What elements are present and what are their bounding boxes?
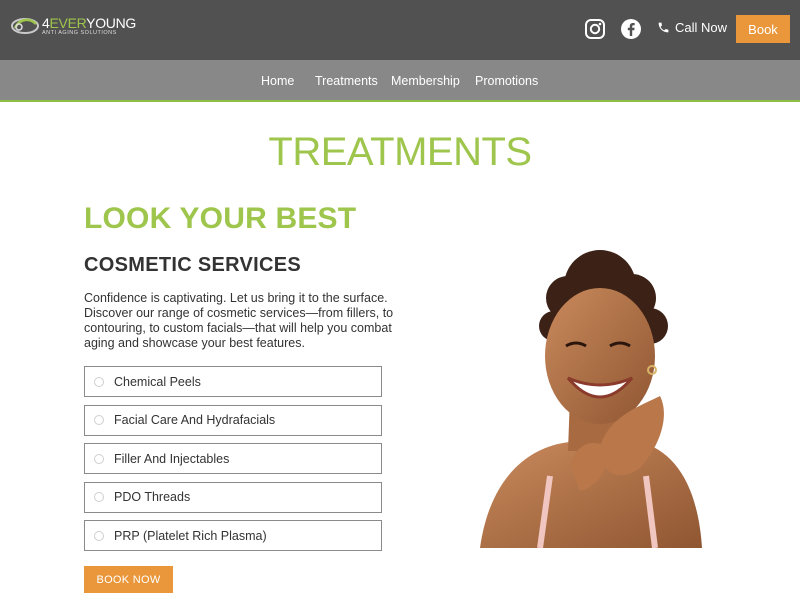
option-filler-injectables[interactable]: Filler And Injectables	[84, 443, 382, 474]
page-title: TREATMENTS	[268, 130, 532, 174]
radio-icon[interactable]	[94, 530, 104, 541]
phone-icon	[658, 22, 669, 33]
logo-name-green: EVER	[49, 14, 87, 31]
nav-item-promotions[interactable]: Promotions	[475, 60, 538, 102]
top-header: 4EVERYOUNG ANTI AGING SOLUTIONS Call Now…	[0, 0, 800, 60]
option-label: Filler And Injectables	[114, 451, 230, 466]
logo-swirl-icon	[10, 14, 40, 38]
brand-logo[interactable]: 4EVERYOUNG ANTI AGING SOLUTIONS	[10, 14, 136, 38]
logo-name-suffix: YOUNG	[86, 14, 137, 31]
call-now-label: Call Now	[675, 20, 728, 35]
nav-item-treatments[interactable]: Treatments	[315, 60, 378, 102]
option-pdo-threads[interactable]: PDO Threads	[84, 481, 382, 513]
treatment-options-list: Chemical Peels Facial Care And Hydrafaci…	[84, 366, 382, 559]
main-nav: Home Treatments Membership Promotions	[0, 60, 800, 102]
option-label: PRP (Platelet Rich Plasma)	[114, 528, 267, 543]
book-now-button[interactable]: BOOK NOW	[84, 566, 173, 593]
logo-tagline: ANTI AGING SOLUTIONS	[42, 29, 117, 36]
logo-text: 4EVERYOUNG ANTI AGING SOLUTIONS	[42, 16, 136, 37]
nav-item-home[interactable]: Home	[261, 60, 294, 102]
option-facial-care[interactable]: Facial Care And Hydrafacials	[84, 404, 382, 436]
logo-name: 4EVERYOUNG	[42, 16, 136, 30]
option-label: Facial Care And Hydrafacials	[114, 413, 276, 427]
option-label: Chemical Peels	[114, 374, 201, 389]
nav-item-membership[interactable]: Membership	[391, 60, 460, 102]
radio-icon[interactable]	[94, 453, 104, 464]
headline: LOOK YOUR BEST	[84, 202, 357, 235]
instagram-icon[interactable]	[584, 18, 606, 40]
radio-icon[interactable]	[94, 492, 104, 502]
radio-icon[interactable]	[94, 415, 104, 425]
intro-paragraph: Confidence is captivating. Let us bring …	[84, 291, 394, 350]
call-now-link[interactable]: Call Now	[657, 20, 727, 35]
option-label: PDO Threads	[114, 490, 191, 504]
radio-icon[interactable]	[94, 376, 104, 387]
logo-name-prefix: 4	[42, 14, 50, 31]
hero-image	[450, 246, 712, 549]
section-subheading: COSMETIC SERVICES	[84, 254, 301, 276]
option-chemical-peels[interactable]: Chemical Peels	[84, 366, 382, 397]
book-button[interactable]: Book	[736, 15, 790, 43]
option-prp[interactable]: PRP (Platelet Rich Plasma)	[84, 520, 382, 551]
facebook-icon[interactable]	[620, 18, 642, 40]
